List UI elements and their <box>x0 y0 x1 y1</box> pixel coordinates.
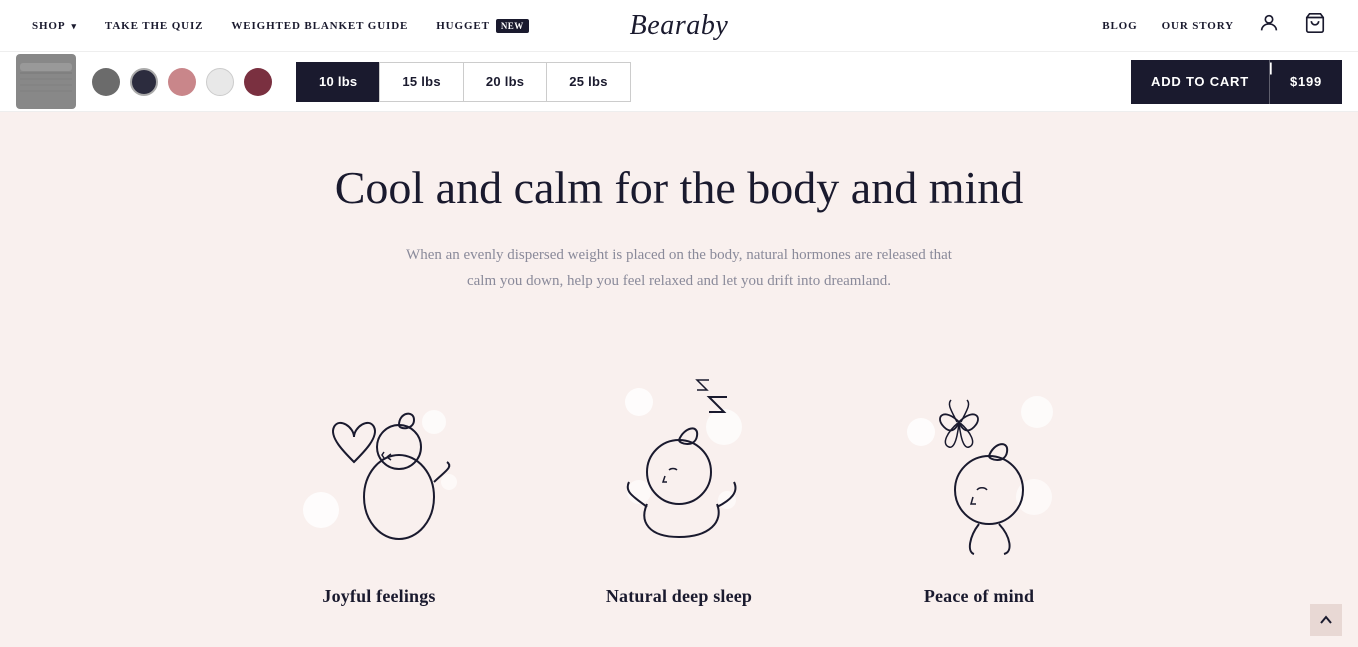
swatch-merlot[interactable] <box>244 68 272 96</box>
swatch-charcoal[interactable] <box>92 68 120 96</box>
feature-joyful: Joyful feelings <box>269 342 489 607</box>
swatch-white[interactable] <box>206 68 234 96</box>
main-content: Cool and calm for the body and mind When… <box>0 112 1358 647</box>
section-subtitle: When an evenly dispersed weight is place… <box>399 243 959 294</box>
add-to-cart-label: ADD TO CART <box>1131 74 1269 89</box>
peace-illustration <box>879 342 1079 562</box>
feature-sleep-label: Natural deep sleep <box>606 586 752 607</box>
sticky-product-bar: 10 lbs 15 lbs 20 lbs 25 lbs ADD TO CART … <box>0 52 1358 112</box>
nav-shop[interactable]: SHOP ▾ <box>32 20 77 32</box>
feature-peace: Peace of mind <box>869 342 1089 607</box>
weight-10lbs[interactable]: 10 lbs <box>296 62 379 102</box>
swatch-blush[interactable] <box>168 68 196 96</box>
nav-weighted-blanket-guide[interactable]: WEIGHTED BLANKET GUIDE <box>231 20 408 32</box>
product-thumbnail <box>16 54 76 109</box>
weight-15lbs[interactable]: 15 lbs <box>379 62 462 102</box>
cart-icon[interactable] <box>1304 12 1326 40</box>
nav-take-the-quiz[interactable]: TAKE THE QUIZ <box>105 20 203 32</box>
site-logo[interactable]: Bearaby <box>630 10 729 42</box>
header-nav-right: BLOG OUR STORY <box>1102 12 1326 40</box>
chevron-down-icon: ▾ <box>72 21 77 31</box>
section-title: Cool and calm for the body and mind <box>329 160 1029 215</box>
color-swatches <box>92 68 272 96</box>
header-nav-left: SHOP ▾ TAKE THE QUIZ WEIGHTED BLANKET GU… <box>32 19 529 33</box>
nav-blog[interactable]: BLOG <box>1102 20 1137 32</box>
user-icon[interactable] <box>1258 12 1280 40</box>
new-badge: NEW <box>496 19 529 33</box>
features-row: Joyful feelings <box>32 342 1326 607</box>
weight-20lbs[interactable]: 20 lbs <box>463 62 546 102</box>
feature-sleep: Natural deep sleep <box>569 342 789 607</box>
feature-joyful-label: Joyful feelings <box>322 586 435 607</box>
joyful-illustration <box>279 342 479 562</box>
nav-hugget[interactable]: HUGGET NEW <box>436 19 528 33</box>
weight-options: 10 lbs 15 lbs 20 lbs 25 lbs <box>296 62 631 102</box>
swatch-navy[interactable] <box>130 68 158 96</box>
scroll-to-top-button[interactable] <box>1310 604 1342 636</box>
add-to-cart-button[interactable]: ADD TO CART | $199 <box>1131 60 1342 104</box>
nav-our-story[interactable]: OUR STORY <box>1162 20 1234 32</box>
weight-25lbs[interactable]: 25 lbs <box>546 62 630 102</box>
price-label: $199 <box>1270 74 1342 89</box>
sleep-illustration <box>579 342 779 562</box>
header: SHOP ▾ TAKE THE QUIZ WEIGHTED BLANKET GU… <box>0 0 1358 52</box>
feature-peace-label: Peace of mind <box>924 586 1034 607</box>
